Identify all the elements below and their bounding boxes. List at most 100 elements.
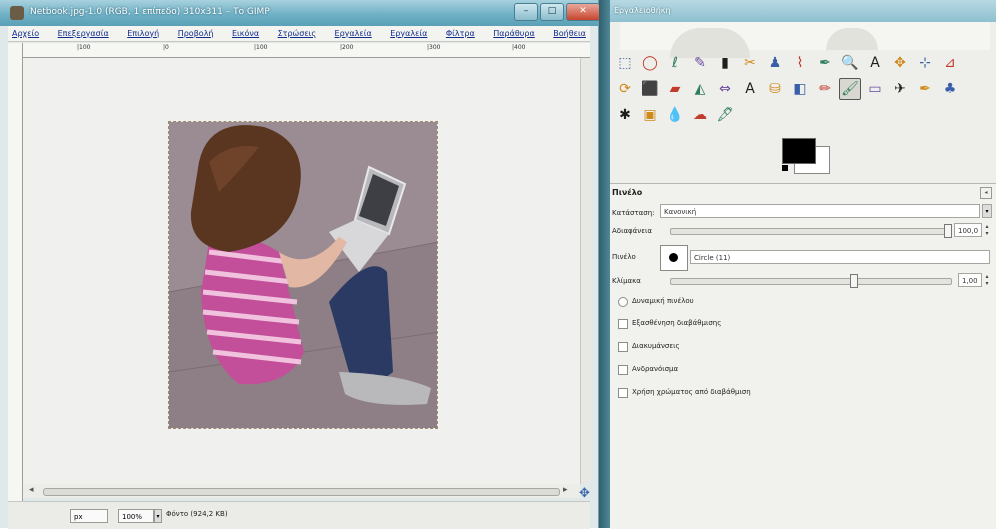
photo-girl-with-netbook <box>169 122 437 428</box>
checkbox-toggle[interactable] <box>618 319 628 329</box>
shear-icon[interactable]: ▰ <box>664 78 686 100</box>
paintbrush-icon[interactable]: 🖌 <box>839 78 861 100</box>
horizontal-scrollbar[interactable]: ◂ ▸ <box>23 484 580 498</box>
ink-icon[interactable]: ✒ <box>914 78 936 100</box>
toolbox-titlebar[interactable]: Εργαλειοθήκη <box>610 0 996 22</box>
menu-image[interactable]: Εικόνα <box>232 26 259 41</box>
scroll-left-icon[interactable]: ◂ <box>29 485 34 495</box>
menu-help[interactable]: Βοήθεια <box>553 26 586 41</box>
brush-name-field[interactable]: Circle (11) <box>690 250 990 264</box>
perspective-clone-icon[interactable]: ▣ <box>639 104 661 126</box>
default-colors-icon[interactable] <box>782 165 788 171</box>
opacity-value[interactable]: 100,0 <box>954 223 982 237</box>
opacity-spinner-icon[interactable]: ▴ ▾ <box>984 223 990 237</box>
panel-menu-icon[interactable]: ◂ <box>980 187 992 199</box>
brush-preview[interactable] <box>660 245 688 271</box>
menu-file[interactable]: Αρχείο <box>12 26 39 41</box>
blend-icon[interactable]: ◧ <box>789 78 811 100</box>
foreground-color-swatch[interactable] <box>782 138 816 164</box>
zoom-dropdown-icon[interactable]: ▾ <box>154 509 162 523</box>
blur-icon[interactable]: 💧 <box>664 104 686 126</box>
opacity-slider[interactable] <box>670 228 948 235</box>
tool-row: ✱ ▣ 💧 ☁ 🖋 <box>614 104 990 128</box>
clone-icon[interactable]: ♣ <box>939 78 961 100</box>
menu-view[interactable]: Προβολή <box>178 26 214 41</box>
vertical-ruler[interactable] <box>8 43 23 501</box>
checkbox-toggle[interactable] <box>618 342 628 352</box>
align-icon[interactable]: ⊹ <box>914 52 936 74</box>
menu-edit[interactable]: Επεξεργασία <box>58 26 109 41</box>
color-selector[interactable] <box>782 138 832 178</box>
ruler-label: |300 <box>427 44 441 51</box>
color-select-icon[interactable]: ▮ <box>714 52 736 74</box>
close-button[interactable]: ✕ <box>566 3 600 21</box>
bucket-fill-icon[interactable]: ⛁ <box>764 78 786 100</box>
wilber-drop-area[interactable] <box>620 22 990 58</box>
menu-windows[interactable]: Παράθυρα <box>493 26 535 41</box>
checkbox-toggle[interactable] <box>618 365 628 375</box>
option-label: Δυναμική πινέλου <box>632 297 694 305</box>
checkbox-toggle[interactable] <box>618 297 628 307</box>
color-picker-icon[interactable]: ✒ <box>814 52 836 74</box>
scale-value[interactable]: 1,00 <box>958 273 982 287</box>
menu-filters[interactable]: Φίλτρα <box>446 26 475 41</box>
vertical-scrollbar[interactable] <box>580 58 591 484</box>
menu-layers[interactable]: Στρώσεις <box>278 26 316 41</box>
ruler-label: |100 <box>254 44 268 51</box>
scale-slider-handle[interactable] <box>850 274 858 288</box>
foreground-select-icon[interactable]: ♟ <box>764 52 786 74</box>
smudge-icon[interactable]: ☁ <box>689 104 711 126</box>
image-window: Netbook.jpg-1.0 (RGB, 1 επίπεδο) 310x311… <box>0 0 600 529</box>
tool-options-panel: Πινέλο ◂ Κατάσταση: Κανονική ▾ Αδιαφάνει… <box>610 183 996 529</box>
unit-select[interactable]: px <box>70 509 108 523</box>
image-window-titlebar[interactable]: Netbook.jpg-1.0 (RGB, 1 επίπεδο) 310x311… <box>0 0 600 26</box>
crop-icon[interactable]: ⊿ <box>939 52 961 74</box>
scale-spinner-icon[interactable]: ▴ ▾ <box>984 273 990 287</box>
pencil-icon[interactable]: ✏ <box>814 78 836 100</box>
eraser-icon[interactable]: ▭ <box>864 78 886 100</box>
scale-label: Κλίμακα <box>612 277 641 285</box>
maximize-button[interactable]: □ <box>540 3 564 21</box>
minimize-button[interactable]: – <box>514 3 538 21</box>
ellipse-select-icon[interactable]: ◯ <box>639 52 661 74</box>
scroll-right-icon[interactable]: ▸ <box>563 485 568 495</box>
fuzzy-select-icon[interactable]: ✎ <box>689 52 711 74</box>
navigate-icon[interactable]: ✥ <box>579 486 590 501</box>
move-icon[interactable]: ✥ <box>889 52 911 74</box>
option-label: Εξασθένηση διαβάθμισης <box>632 319 722 327</box>
lasso-icon[interactable]: ℓ <box>664 52 686 74</box>
mode-dropdown-icon[interactable]: ▾ <box>982 204 992 218</box>
image-window-title: Netbook.jpg-1.0 (RGB, 1 επίπεδο) 310x311… <box>30 7 270 17</box>
tool-row: ⬚ ◯ ℓ ✎ ▮ ✂ ♟ ⌇ ✒ 🔍 A ✥ ⊹ ⊿ <box>614 52 990 76</box>
checkbox-toggle[interactable] <box>618 388 628 398</box>
scrollbar-track[interactable] <box>43 488 560 496</box>
menu-select[interactable]: Επιλογή <box>127 26 159 41</box>
opacity-slider-handle[interactable] <box>944 224 952 238</box>
mode-select[interactable]: Κανονική <box>660 204 980 218</box>
ruler-label: |100 <box>77 44 91 51</box>
paths-icon[interactable]: ⌇ <box>789 52 811 74</box>
rotate-icon[interactable]: ⟳ <box>614 78 636 100</box>
scale-slider[interactable] <box>670 278 952 285</box>
heal-icon[interactable]: ✱ <box>614 104 636 126</box>
option-label: Χρήση χρώματος από διαβάθμιση <box>632 388 751 396</box>
rect-select-icon[interactable]: ⬚ <box>614 52 636 74</box>
toolbox-window: Εργαλειοθήκη ⬚ ◯ ℓ ✎ ▮ ✂ ♟ ⌇ ✒ 🔍 A ✥ ⊹ ⊿ ⟳ ⬛ ▰ ◭ ⇔ A ⛁ ◧ ✏ 🖌 ▭ ✈ ✒… <box>610 0 996 529</box>
airbrush-icon[interactable]: ✈ <box>889 78 911 100</box>
zoom-icon[interactable]: 🔍 <box>839 52 861 74</box>
scissors-icon[interactable]: ✂ <box>739 52 761 74</box>
dodge-burn-icon[interactable]: 🖋 <box>714 104 736 126</box>
horizontal-ruler[interactable]: |100 |0 |100 |200 |300 |400 <box>22 43 590 58</box>
window-controls: – □ ✕ <box>514 3 600 21</box>
ruler-label: |0 <box>163 44 169 51</box>
scale-icon[interactable]: ⬛ <box>639 78 661 100</box>
flip-icon[interactable]: ⇔ <box>714 78 736 100</box>
zoom-field[interactable]: 100% <box>118 509 154 523</box>
text-icon[interactable]: A <box>739 78 761 100</box>
perspective-icon[interactable]: ◭ <box>689 78 711 100</box>
toolbox-title: Εργαλειοθήκη <box>614 6 671 15</box>
measure-icon[interactable]: A <box>864 52 886 74</box>
menu-tools[interactable]: Εργαλεία <box>390 26 427 41</box>
menu-colors[interactable]: Εργαλεία <box>335 26 372 41</box>
image-canvas-photo[interactable] <box>168 121 438 429</box>
